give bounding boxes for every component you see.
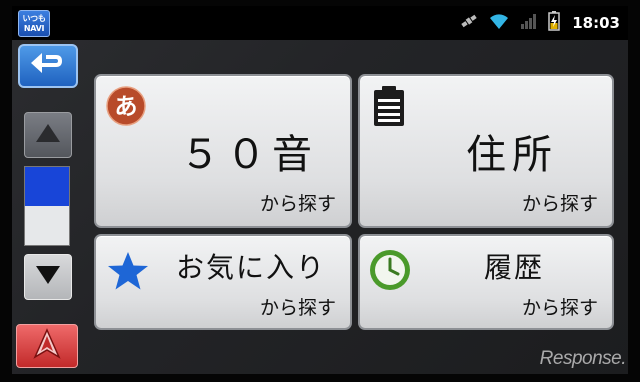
app-logo-line2: NAVI <box>23 24 45 33</box>
menu-card-title: お気に入り <box>175 251 326 284</box>
scroll-thumb[interactable] <box>25 167 69 206</box>
star-icon <box>106 250 150 296</box>
scroll-down-button[interactable] <box>24 254 72 300</box>
scroll-up-button[interactable] <box>24 112 72 158</box>
menu-card-subtitle: から探す <box>259 193 336 215</box>
menu-card-50on[interactable]: あ ５０音 から探す <box>94 74 352 228</box>
app-logo[interactable]: いつも NAVI <box>18 10 50 37</box>
menu-card-favorites[interactable]: お気に入り から探す <box>94 234 352 330</box>
menu-card-subtitle: から探す <box>521 297 598 319</box>
watermark-logo: Response. <box>539 348 627 369</box>
signal-icon <box>520 13 538 33</box>
status-clock: 18:03 <box>572 14 620 32</box>
scroll-track[interactable] <box>24 166 70 246</box>
status-icons: 18:03 <box>460 6 620 40</box>
hiragana-a-icon: あ <box>106 86 146 130</box>
menu-card-title: 履歴 <box>483 251 544 284</box>
address-book-icon <box>372 86 406 132</box>
menu-card-title: ５０音 <box>180 132 318 178</box>
menu-card-address[interactable]: 住所 から探す <box>358 74 614 228</box>
wifi-icon <box>488 12 510 34</box>
menu-card-history[interactable]: 履歴 から探す <box>358 234 614 330</box>
navigation-arrow-icon <box>32 328 62 364</box>
battery-charging-icon <box>548 11 560 35</box>
status-bar: いつも NAVI 18:03 <box>12 6 628 40</box>
clock-icon <box>368 248 412 296</box>
menu-card-subtitle: から探す <box>259 297 336 319</box>
app-logo-line1: いつも <box>22 14 46 23</box>
gps-satellite-icon <box>460 12 478 34</box>
menu-card-title: 住所 <box>466 132 558 178</box>
screen: いつも NAVI 18:03 あ ５０音 から探す 住所 から探す お気に入り … <box>12 6 628 374</box>
navigation-button[interactable] <box>16 324 78 368</box>
menu-card-subtitle: から探す <box>521 193 598 215</box>
triangle-up-icon <box>34 122 62 148</box>
svg-text:あ: あ <box>115 94 138 120</box>
back-button[interactable] <box>18 44 78 88</box>
triangle-down-icon <box>34 264 62 290</box>
return-arrow-icon <box>28 50 68 82</box>
